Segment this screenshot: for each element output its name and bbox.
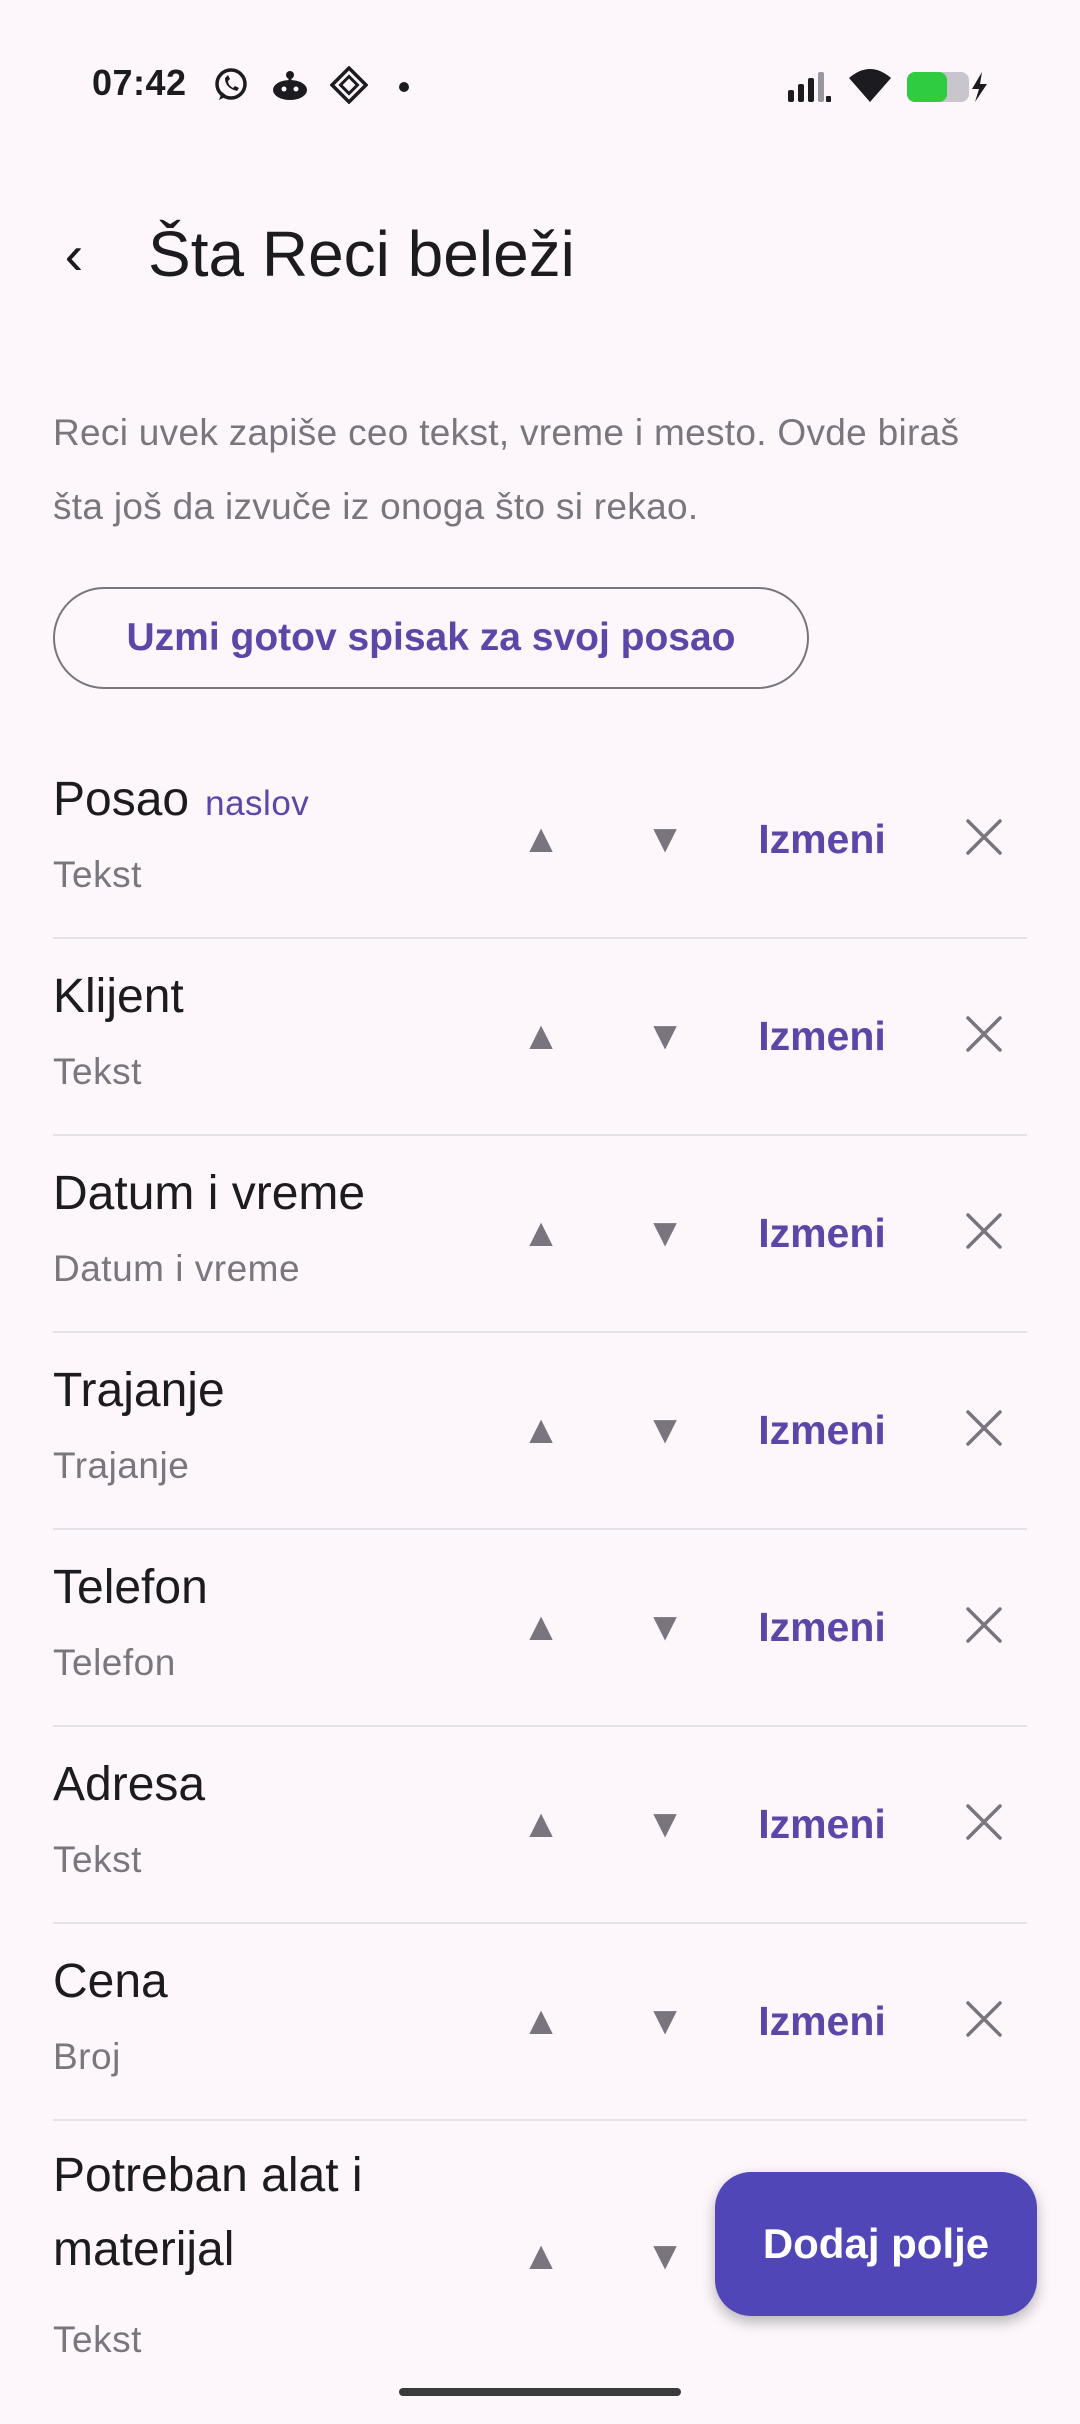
field-type: Tekst — [53, 854, 142, 895]
whatsapp-icon — [212, 66, 250, 109]
remove-button[interactable] — [939, 939, 1029, 1134]
remove-button[interactable] — [939, 1727, 1029, 1922]
close-icon — [964, 1605, 1004, 1650]
status-bar: 07:42 — [0, 0, 1080, 130]
field-type: Broj — [53, 2036, 121, 2077]
app-icon-diamond — [329, 65, 369, 109]
field-name: Trajanje — [53, 1364, 225, 1417]
field-type: Tekst — [53, 2319, 142, 2360]
move-down-button[interactable]: ▼ — [625, 1924, 705, 2119]
move-up-button[interactable]: ▲ — [501, 742, 581, 937]
edit-button[interactable]: Izmeni — [717, 742, 927, 937]
move-up-button[interactable]: ▲ — [501, 1530, 581, 1725]
move-up-button[interactable]: ▲ — [501, 2121, 581, 2391]
close-icon — [964, 1408, 1004, 1453]
move-down-button[interactable]: ▼ — [625, 2121, 705, 2391]
app-icon — [270, 66, 310, 109]
close-icon — [964, 1014, 1004, 1059]
field-type: Tekst — [53, 1839, 142, 1880]
remove-button[interactable] — [939, 1136, 1029, 1331]
back-button[interactable]: ‹ — [44, 220, 104, 290]
move-down-button[interactable]: ▼ — [625, 939, 705, 1134]
add-field-button[interactable]: Dodaj polje — [715, 2172, 1037, 2316]
field-type: Datum i vreme — [53, 1248, 301, 1289]
move-up-button[interactable]: ▲ — [501, 939, 581, 1134]
description-text: Reci uvek zapiše ceo tekst, vreme i mest… — [53, 412, 960, 527]
move-up-button[interactable]: ▲ — [501, 1333, 581, 1528]
field-type: Trajanje — [53, 1445, 190, 1486]
move-down-button[interactable]: ▼ — [625, 1530, 705, 1725]
field-type: Telefon — [53, 1642, 176, 1683]
close-icon — [964, 817, 1004, 862]
field-row: Posao naslov Tekst ▲ ▼ Izmeni — [53, 742, 1027, 939]
field-name: Datum i vreme — [53, 1167, 366, 1220]
remove-button[interactable] — [939, 1530, 1029, 1725]
move-down-button[interactable]: ▼ — [625, 742, 705, 937]
field-row: Telefon Telefon ▲ ▼ Izmeni — [53, 1530, 1027, 1727]
field-row: Cena Broj ▲ ▼ Izmeni — [53, 1924, 1027, 2121]
field-name: Posao naslov — [53, 773, 310, 826]
notification-dot-icon — [398, 80, 410, 98]
remove-button[interactable] — [939, 1924, 1029, 2119]
edit-button[interactable]: Izmeni — [717, 939, 927, 1134]
preset-list-button[interactable]: Uzmi gotov spisak za svoj posao — [53, 587, 809, 689]
home-indicator[interactable] — [399, 2388, 681, 2396]
close-icon — [964, 1999, 1004, 2044]
move-down-button[interactable]: ▼ — [625, 1727, 705, 1922]
field-row: Trajanje Trajanje ▲ ▼ Izmeni — [53, 1333, 1027, 1530]
wifi-icon — [848, 66, 892, 109]
battery-charging-icon — [906, 70, 990, 109]
remove-button[interactable] — [939, 1333, 1029, 1528]
edit-button[interactable]: Izmeni — [717, 1333, 927, 1528]
field-name: Potreban alat i materijal — [53, 2149, 363, 2276]
signal-icon — [786, 70, 832, 109]
close-icon — [964, 1211, 1004, 1256]
status-time: 07:42 — [92, 62, 187, 103]
field-name: Adresa — [53, 1758, 206, 1811]
field-name: Klijent — [53, 970, 184, 1023]
move-up-button[interactable]: ▲ — [501, 1727, 581, 1922]
field-name: Cena — [53, 1955, 168, 2008]
field-name: Telefon — [53, 1561, 208, 1614]
move-up-button[interactable]: ▲ — [501, 1136, 581, 1331]
title-badge: naslov — [205, 784, 310, 823]
top-app-bar: ‹ Šta Reci beleži — [0, 200, 1080, 310]
edit-button[interactable]: Izmeni — [717, 1924, 927, 2119]
edit-button[interactable]: Izmeni — [717, 1727, 927, 1922]
move-down-button[interactable]: ▼ — [625, 1333, 705, 1528]
field-row: Adresa Tekst ▲ ▼ Izmeni — [53, 1727, 1027, 1924]
move-up-button[interactable]: ▲ — [501, 1924, 581, 2119]
page-title: Šta Reci beleži — [148, 218, 575, 290]
field-list: Posao naslov Tekst ▲ ▼ Izmeni Klijent Tek… — [53, 742, 1027, 2391]
remove-button[interactable] — [939, 742, 1029, 937]
field-row: Klijent Tekst ▲ ▼ Izmeni — [53, 939, 1027, 1136]
field-row: Datum i vreme Datum i vreme ▲ ▼ Izmeni — [53, 1136, 1027, 1333]
edit-button[interactable]: Izmeni — [717, 1530, 927, 1725]
edit-button[interactable]: Izmeni — [717, 1136, 927, 1331]
close-icon — [964, 1802, 1004, 1847]
move-down-button[interactable]: ▼ — [625, 1136, 705, 1331]
field-type: Tekst — [53, 1051, 142, 1092]
